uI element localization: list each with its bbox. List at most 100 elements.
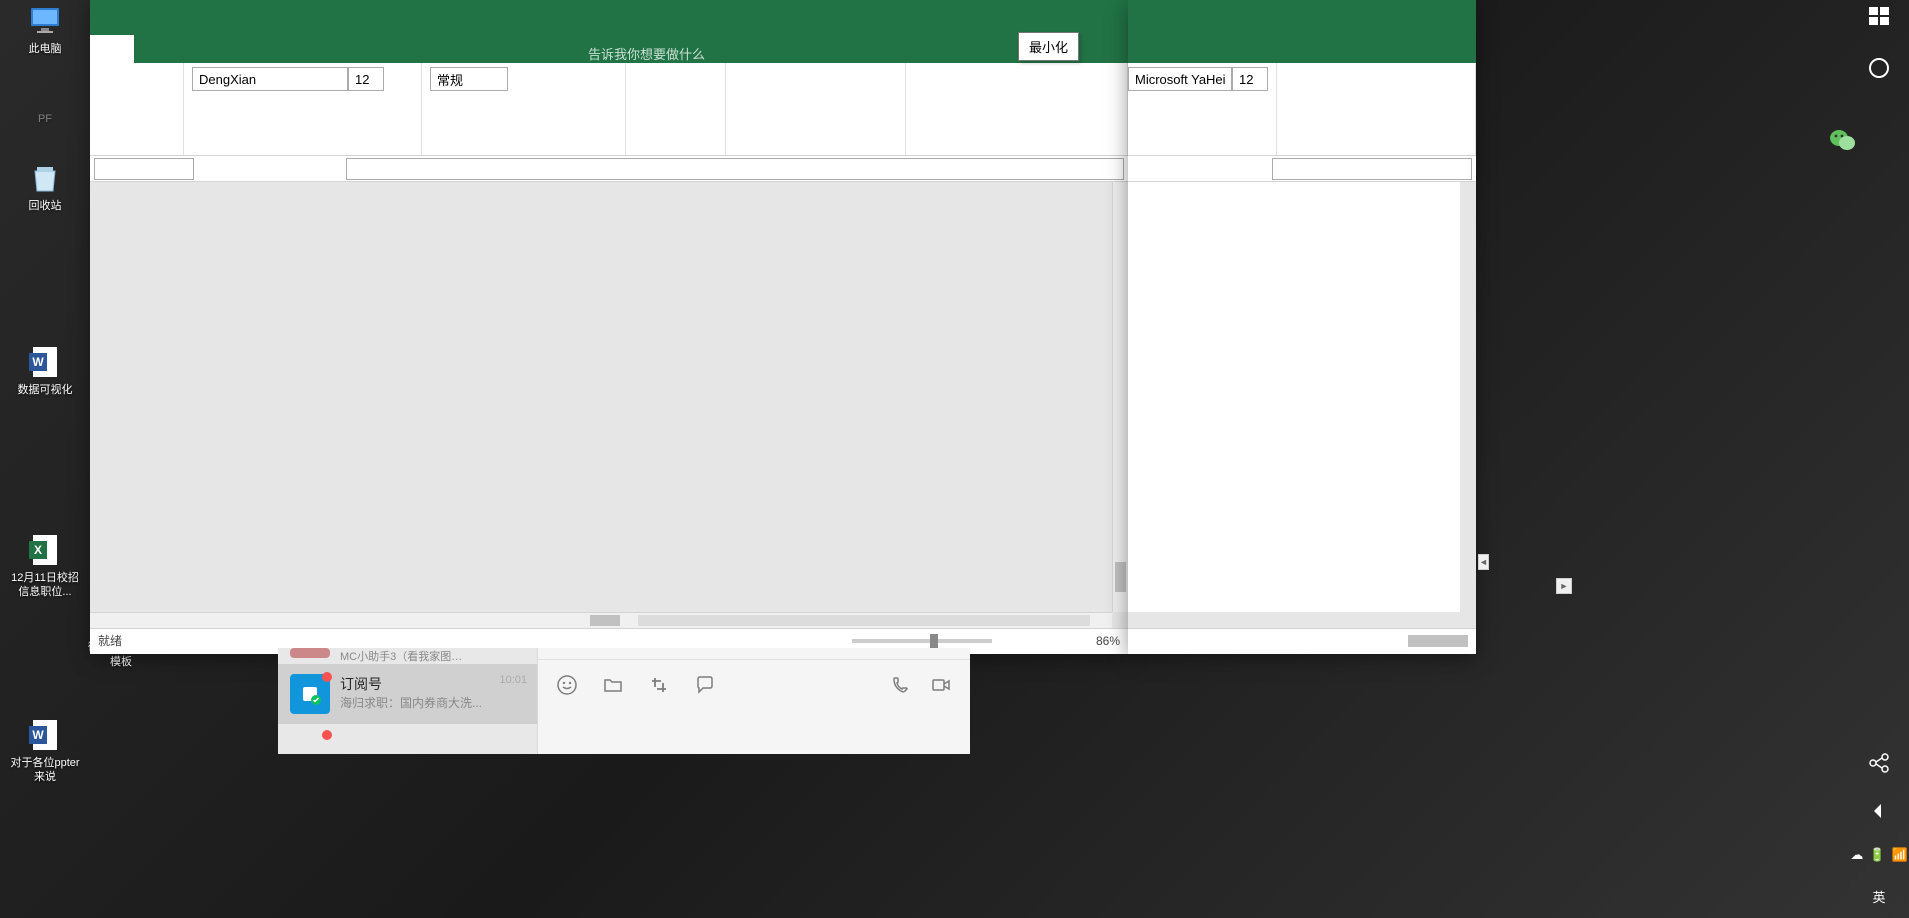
zoom-percentage[interactable]: 86% xyxy=(1080,634,1120,648)
ribbon xyxy=(1128,63,1476,156)
ribbon-group-alignment xyxy=(422,63,626,155)
horizontal-scrollbar[interactable] xyxy=(90,612,1112,628)
ribbon-group-cells xyxy=(906,63,1128,155)
wechat-chat-item[interactable]: MC小助手3（看我家图… xyxy=(278,648,537,664)
tell-me-search[interactable]: 告诉我你想要做什么 xyxy=(588,44,705,63)
back-icon[interactable] xyxy=(1867,799,1891,823)
wechat-chat-main xyxy=(538,648,970,754)
recycle-bin-icon xyxy=(26,161,64,195)
wechat-chat-item-selected[interactable]: 订阅号 海归求职：国内券商大洗... 10:01 xyxy=(278,664,537,724)
wechat-window: MC小助手3（看我家图… 订阅号 海归求职：国内券商大洗... 10:01 xyxy=(278,648,970,754)
svg-text:W: W xyxy=(32,728,44,742)
ribbon-tabs: 告诉我你想要做什么 最小化 xyxy=(90,30,1128,63)
vscroll-thumb[interactable] xyxy=(1115,562,1126,592)
ribbon-tab-active[interactable] xyxy=(90,35,134,63)
scroll-left-button[interactable]: ◄ xyxy=(1478,554,1489,570)
cloud-icon[interactable]: ☁ xyxy=(1850,847,1863,863)
screenshot-icon[interactable] xyxy=(648,674,670,696)
wechat-chat-list: MC小助手3（看我家图… 订阅号 海归求职：国内券商大洗... 10:01 xyxy=(278,648,538,754)
desktop-icon-label: 回收站 xyxy=(29,199,62,213)
unread-badge xyxy=(322,730,332,740)
svg-text:X: X xyxy=(34,543,42,557)
ime-indicator[interactable]: 英 xyxy=(1872,887,1885,906)
hscroll-row: ◄ xyxy=(1128,554,1476,570)
desktop-icon-recycle-bin[interactable]: 回收站 xyxy=(7,161,83,213)
worksheet-area[interactable]: ◄ xyxy=(1128,182,1476,628)
zoom-slider-thumb[interactable] xyxy=(930,634,938,648)
font-name-input[interactable] xyxy=(192,67,348,91)
desktop-icon-label: 此电脑 xyxy=(29,42,62,56)
formula-bar[interactable] xyxy=(1272,158,1472,180)
font-name-input[interactable] xyxy=(1128,67,1232,91)
desktop-icon-label: 对于各位ppter来说 xyxy=(7,756,83,785)
chat-name: 订阅号 xyxy=(340,674,525,694)
windows-icon[interactable] xyxy=(1867,4,1891,28)
excel-titlebar[interactable] xyxy=(1128,0,1476,30)
formula-bar[interactable] xyxy=(346,158,1124,180)
emoji-icon[interactable] xyxy=(556,674,578,696)
excel-icon: X xyxy=(26,533,64,567)
hscroll-thumb[interactable] xyxy=(1408,635,1468,647)
ribbon-tabs xyxy=(1128,30,1476,63)
phone-icon[interactable] xyxy=(890,674,912,696)
status-bar xyxy=(1128,628,1476,652)
desktop-icon-excel-file[interactable]: X 12月11日校招信息职位... xyxy=(7,533,83,600)
desktop-icon-label: 数据可视化 xyxy=(18,383,73,397)
word-icon: W xyxy=(26,718,64,752)
excel-window-2: ◄ xyxy=(1128,0,1476,654)
hscroll-track-segment xyxy=(638,615,1090,626)
font-size-input[interactable] xyxy=(1232,67,1268,91)
number-format-input[interactable] xyxy=(430,67,508,91)
chat-name: MC小助手3（看我家图… xyxy=(340,648,525,664)
ribbon-group-other xyxy=(1277,63,1476,155)
share-icon[interactable] xyxy=(1867,751,1891,775)
desktop-icon-this-pc[interactable]: 此电脑 xyxy=(7,4,83,56)
wechat-chat-item[interactable] xyxy=(278,724,537,744)
battery-icon[interactable]: 🔋 xyxy=(1869,847,1885,863)
chat-history-icon[interactable] xyxy=(694,674,716,696)
chat-preview: 海归求职：国内券商大洗... xyxy=(340,694,525,711)
unread-badge xyxy=(322,672,332,682)
status-ready: 就绪 xyxy=(98,632,844,649)
tray-icons: ☁ 🔋 📶 xyxy=(1850,847,1907,863)
vertical-scrollbar[interactable] xyxy=(1112,182,1128,612)
taskview-icon[interactable] xyxy=(1867,110,1891,134)
name-box[interactable] xyxy=(94,158,194,180)
desktop-icon-word-doc2[interactable]: W 对于各位ppter来说 xyxy=(7,718,83,785)
ribbon-group-number xyxy=(626,63,726,155)
avatar xyxy=(290,648,330,658)
pc-icon xyxy=(26,4,64,38)
zoom-slider[interactable] xyxy=(852,639,992,643)
desktop-icon-label: PF xyxy=(38,112,52,126)
wechat-input-toolbar xyxy=(538,660,970,710)
sheet-canvas[interactable] xyxy=(1128,182,1460,612)
file-icon xyxy=(26,74,64,108)
video-icon[interactable] xyxy=(930,674,952,696)
wifi-icon[interactable]: 📶 xyxy=(1892,847,1908,863)
formula-bar-row xyxy=(90,156,1128,182)
word-icon: W xyxy=(26,345,64,379)
sheet-canvas[interactable] xyxy=(90,182,1112,612)
worksheet-area[interactable] xyxy=(90,182,1128,628)
chat-time: 10:01 xyxy=(499,674,527,686)
ribbon-group-clipboard xyxy=(90,63,184,155)
formula-bar-row xyxy=(1128,156,1476,182)
minimize-tooltip: 最小化 xyxy=(1018,32,1079,61)
ribbon-group-styles xyxy=(726,63,906,155)
ribbon-group-font xyxy=(184,63,422,155)
ribbon-group-font xyxy=(1128,63,1277,155)
desktop-icon-label: 12月11日校招信息职位... xyxy=(7,571,83,600)
excel-titlebar[interactable] xyxy=(90,0,1128,30)
desktop-icon-word-doc[interactable]: W 数据可视化 xyxy=(7,345,83,397)
scroll-right-button[interactable]: ► xyxy=(1556,578,1572,594)
right-bottom-icons: ☁ 🔋 📶 英 xyxy=(1850,751,1907,918)
excel-window-1: 告诉我你想要做什么 最小化 xyxy=(90,0,1128,654)
right-charm-bar: ☁ 🔋 📶 英 xyxy=(1849,0,1909,918)
desktop-icon-pf[interactable]: PF xyxy=(7,74,83,126)
hscroll-thumb[interactable] xyxy=(590,615,620,626)
folder-icon[interactable] xyxy=(602,674,624,696)
ribbon xyxy=(90,63,1128,156)
font-size-input[interactable] xyxy=(348,67,384,91)
cortana-icon[interactable] xyxy=(1867,56,1891,80)
svg-text:W: W xyxy=(32,355,44,369)
